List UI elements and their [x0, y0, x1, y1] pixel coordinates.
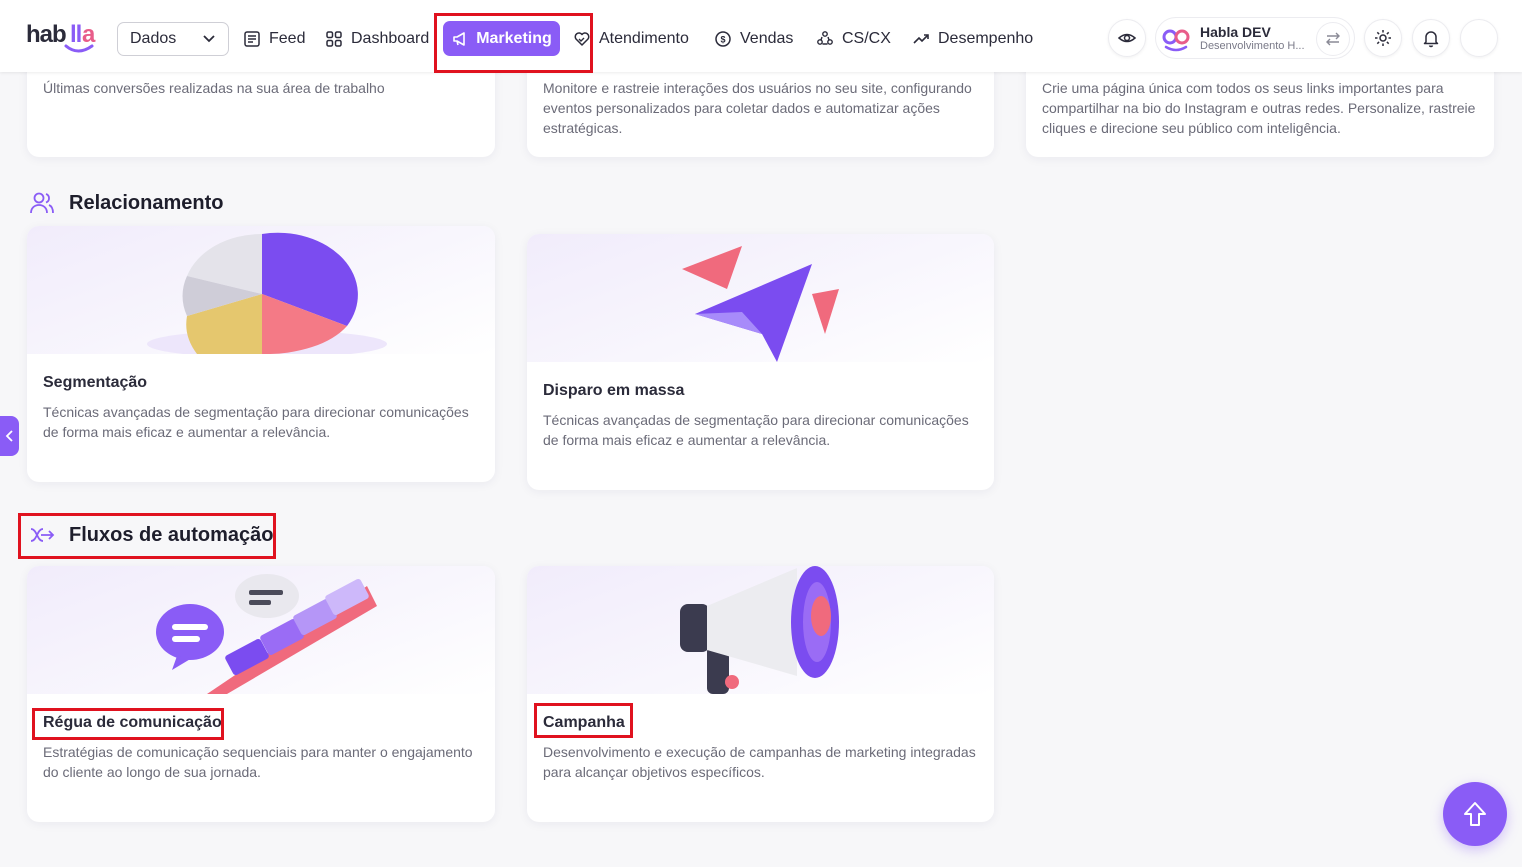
paper-planes-illustration: [682, 246, 839, 362]
nav-marketing[interactable]: Marketing: [443, 21, 560, 56]
notifications-button[interactable]: [1412, 19, 1450, 57]
user-name: Habla DEV: [1200, 24, 1271, 40]
settings-button[interactable]: [1364, 19, 1402, 57]
flow-arrow-icon: [30, 528, 55, 542]
card-link-bio-desc: Crie uma página única com todos os seus …: [1042, 80, 1476, 136]
arrow-up-icon: [1464, 802, 1486, 826]
profile-button[interactable]: [1460, 19, 1498, 57]
bell-icon: [1423, 31, 1439, 48]
chevron-down-icon: [203, 35, 215, 43]
habla-logo-mark: hab ll a: [26, 21, 97, 53]
habla-logo[interactable]: hab ll a: [26, 20, 104, 61]
disparo-illustration: [527, 234, 994, 362]
team-icon: [817, 31, 833, 45]
user-workspace: Desenvolvimento H...: [1200, 40, 1305, 52]
regua-illustration: [27, 566, 495, 694]
nav-desempenho[interactable]: Desempenho: [912, 26, 1033, 52]
card-regua-title: Régua de comunicação: [43, 714, 222, 731]
nav-feed[interactable]: Feed: [243, 26, 305, 52]
switch-account-button[interactable]: [1316, 22, 1350, 56]
section-fluxos-title: Fluxos de automação: [69, 523, 274, 546]
visibility-toggle-button[interactable]: [1108, 19, 1146, 57]
user-account-pill[interactable]: Habla DEV Desenvolvimento H...: [1155, 17, 1355, 59]
card-segmentacao-desc: Técnicas avançadas de segmentação para d…: [43, 404, 469, 440]
nav-desempenho-label: Desempenho: [938, 30, 1034, 47]
nav-cscx[interactable]: CS/CX: [816, 26, 891, 52]
megaphone-icon: [453, 31, 466, 46]
campanha-illustration: [527, 566, 994, 694]
card-conversoes-desc: Últimas conversões realizadas na sua áre…: [43, 80, 385, 96]
nav-cscx-label: CS/CX: [842, 30, 891, 47]
card-regua-desc: Estratégias de comunicação sequenciais p…: [43, 744, 473, 780]
card-campanha-desc: Desenvolvimento e execução de campanhas …: [543, 744, 976, 780]
nav-feed-label: Feed: [269, 30, 306, 47]
eye-icon: [1117, 33, 1137, 43]
nav-marketing-label: Marketing: [476, 29, 552, 47]
dashboard-icon: [326, 31, 342, 47]
nav-dashboard-label: Dashboard: [351, 30, 430, 47]
gear-icon: [1375, 30, 1391, 46]
svg-text:a: a: [82, 21, 96, 48]
section-relacionamento-title: Relacionamento: [69, 191, 224, 214]
section-fluxos-de-automacao: Fluxos de automação: [29, 522, 274, 548]
card-eventos-desc: Monitore e rastreie interações dos usuár…: [543, 80, 972, 136]
data-dropdown-value: Dados: [130, 30, 177, 47]
data-dropdown[interactable]: Dados: [117, 22, 229, 56]
handshake-heart-icon: [574, 32, 590, 46]
card-segmentacao-title: Segmentação: [43, 374, 148, 391]
svg-text:ll: ll: [70, 21, 81, 48]
card-disparo-desc: Técnicas avançadas de segmentação para d…: [543, 412, 969, 448]
svg-text:hab: hab: [26, 21, 66, 48]
svg-text:$: $: [720, 35, 725, 45]
megaphone-illustration: [680, 566, 839, 694]
coin-icon: $: [715, 31, 731, 47]
card-disparo-title: Disparo em massa: [543, 382, 685, 399]
section-relacionamento: Relacionamento: [29, 190, 223, 216]
card-campanha-title: Campanha: [543, 714, 625, 731]
scroll-to-top-button[interactable]: [1443, 782, 1507, 846]
card-segmentacao[interactable]: Segmentação Técnicas avançadas de segmen…: [27, 226, 495, 482]
trending-up-icon: [913, 34, 929, 44]
nav-vendas-label: Vendas: [740, 30, 794, 47]
sidebar-toggle-button[interactable]: [0, 416, 19, 456]
timeline-steps-illustration: [156, 574, 377, 694]
avatar: [1162, 29, 1190, 52]
card-disparo-em-massa[interactable]: Disparo em massa Técnicas avançadas de s…: [527, 234, 994, 490]
pie-chart-illustration: [147, 232, 387, 354]
nav-vendas[interactable]: $ Vendas: [714, 26, 793, 52]
users-icon: [30, 192, 54, 214]
segmentacao-illustration: [27, 226, 495, 354]
nav-atendimento[interactable]: Atendimento: [573, 26, 689, 52]
chevron-left-icon: [5, 430, 13, 442]
nav-dashboard[interactable]: Dashboard: [325, 26, 429, 52]
card-campanha[interactable]: Campanha Desenvolvimento e execução de c…: [527, 566, 994, 822]
nav-atendimento-label: Atendimento: [599, 30, 689, 47]
feed-icon: [244, 31, 260, 47]
swap-arrows-icon: [1326, 32, 1340, 46]
top-navigation-bar: hab ll a Dados Feed Dashboard Marketing …: [0, 0, 1522, 72]
card-regua-de-comunicacao[interactable]: Régua de comunicação Estratégias de comu…: [27, 566, 495, 822]
